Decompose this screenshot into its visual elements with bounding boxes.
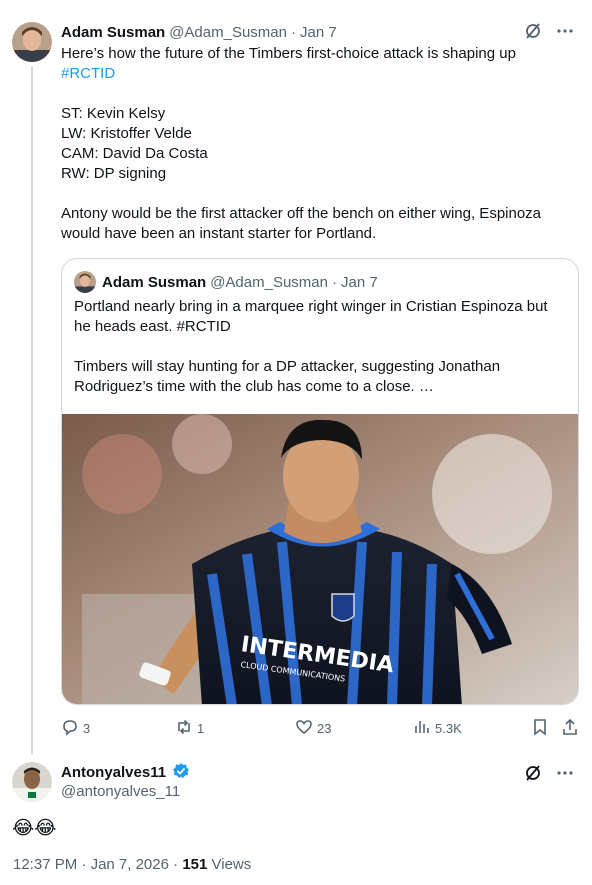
author-name[interactable]: Adam Susman [61,23,165,43]
retweet-count: 1 [197,720,205,736]
share-icon [561,718,579,739]
reply-date[interactable]: Jan 7, 2026 [91,856,169,873]
quoted-header: Adam Susman @Adam_Susman · Jan 7 [74,271,378,293]
bookmark-button[interactable] [531,716,549,740]
hashtag-link[interactable]: #RCTID [61,64,581,84]
grok-icon[interactable] [524,22,542,40]
reply-count: 3 [83,720,91,736]
tweet-line: ST: Kevin Kelsy [61,105,166,122]
more-icon[interactable] [556,764,574,782]
quoted-text-part: Portland nearly bring in a marquee right… [74,298,548,335]
retweet-icon [175,718,193,739]
reply-views-label: Views [211,856,252,873]
tweet-line: LW: Kristoffer Velde [61,125,192,142]
tweet-line: Antony would be the first attacker off t… [61,205,542,242]
quoted-hashtag: #RCTID [176,318,231,335]
tweet-line: CAM: David Da Costa [61,145,208,162]
reply-author-name[interactable]: Antonyalves11 [61,764,166,781]
tweet-top-actions [524,22,574,40]
bookmark-icon [531,718,549,739]
views-button[interactable]: 5.3K [413,716,462,740]
quoted-author-name: Adam Susman [102,273,207,291]
quoted-text-part: Timbers will stay hunting for a DP attac… [74,358,501,395]
tweet-date[interactable]: Jan 7 [300,23,337,43]
quoted-photo[interactable]: INTERMEDIA CLOUD COMMUNICATIONS [62,414,578,704]
author-avatar[interactable] [12,22,52,62]
reply-text: 😂😂 [12,818,57,839]
quoted-tweet[interactable]: Adam Susman @Adam_Susman · Jan 7 Portlan… [61,258,579,705]
reply-author-avatar[interactable] [12,762,52,802]
tweet-actions: 3 1 23 5.3K [61,716,581,740]
reply-top-actions [524,764,574,782]
author-handle[interactable]: @Adam_Susman [169,23,287,43]
reply-icon [61,718,79,739]
reply-meta: 12:37 PM · Jan 7, 2026 · 151 Views [13,855,251,875]
grok-icon[interactable] [524,764,542,782]
views-count: 5.3K [435,720,462,736]
reply-views-count: 151 [182,856,208,873]
separator: · [173,856,179,873]
separator: · [331,273,337,291]
like-count: 23 [317,720,332,736]
views-icon [413,718,431,739]
quoted-avatar [74,271,96,293]
share-button[interactable] [561,716,579,740]
like-icon [295,718,313,739]
tweet-line: Here’s how the future of the Timbers fir… [61,45,516,62]
thread-line [31,66,33,754]
like-button[interactable]: 23 [295,716,331,740]
reply-button[interactable]: 3 [61,716,90,740]
quoted-author-handle: @Adam_Susman [210,273,328,291]
reply-author-handle[interactable]: @antonyalves_11 [61,782,180,802]
quoted-date: Jan 7 [340,273,378,291]
reply-time[interactable]: 12:37 PM [13,856,77,873]
tweet-header: Adam Susman @Adam_Susman · Jan 7 [61,23,522,43]
separator: · [290,24,296,41]
tweet-line: RW: DP signing [61,165,167,182]
retweet-button[interactable]: 1 [175,716,204,740]
more-icon[interactable] [556,22,574,40]
quoted-text: Portland nearly bring in a marquee right… [74,297,568,397]
separator: · [81,856,87,873]
tweet-text: Here’s how the future of the Timbers fir… [61,44,581,244]
